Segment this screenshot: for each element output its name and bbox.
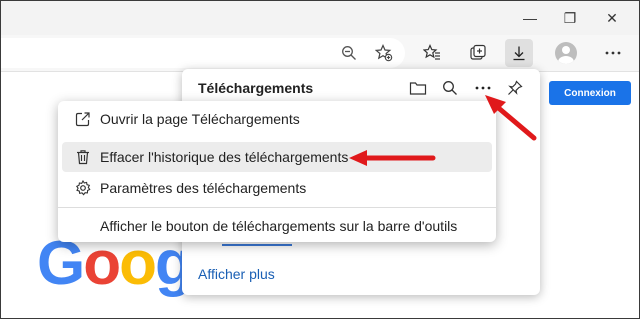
browser-toolbar	[1, 35, 639, 72]
menu-item-label: Paramètres des téléchargements	[100, 180, 307, 196]
menu-item-download-settings[interactable]: Paramètres des téléchargements	[62, 173, 492, 203]
more-icon[interactable]	[599, 39, 627, 67]
downloads-panel-title: Téléchargements	[198, 80, 314, 96]
trash-icon	[66, 142, 100, 172]
title-bar: — ❐ ✕	[1, 1, 639, 35]
menu-item-clear-download-history[interactable]: Effacer l'historique des téléchargements	[62, 142, 492, 172]
avatar	[555, 42, 577, 64]
more-options-icon[interactable]	[472, 77, 494, 99]
add-favorite-icon[interactable]	[370, 39, 398, 67]
menu-item-open-downloads-page[interactable]: Ouvrir la page Téléchargements	[62, 104, 492, 134]
download-item-link[interactable]	[222, 244, 292, 246]
google-logo: Goog	[37, 233, 193, 295]
gear-icon	[66, 173, 100, 203]
menu-item-label: Ouvrir la page Téléchargements	[100, 111, 300, 127]
show-more-link[interactable]: Afficher plus	[198, 266, 275, 282]
empty-icon-slot	[66, 211, 100, 241]
close-window-button[interactable]: ✕	[599, 7, 625, 29]
downloads-more-menu: Ouvrir la page Téléchargements Effacer l…	[58, 101, 496, 242]
menu-item-label: Effacer l'historique des téléchargements	[100, 149, 349, 165]
pin-icon[interactable]	[504, 77, 526, 99]
signin-button[interactable]: Connexion	[549, 81, 631, 105]
downloads-icon[interactable]	[505, 39, 533, 67]
maximize-button[interactable]: ❐	[557, 7, 583, 29]
open-folder-icon[interactable]	[407, 77, 429, 99]
minimize-button[interactable]: —	[517, 7, 543, 29]
external-link-icon	[66, 104, 100, 134]
collections-icon[interactable]	[464, 39, 492, 67]
browser-window: — ❐ ✕ Connexion Goog Téléchargements Aff…	[0, 0, 640, 319]
search-icon[interactable]	[439, 77, 461, 99]
favorites-icon[interactable]	[418, 39, 446, 67]
menu-item-label: Afficher le bouton de téléchargements su…	[100, 218, 458, 234]
profile-icon[interactable]	[552, 39, 580, 67]
menu-separator	[58, 207, 496, 208]
menu-item-show-downloads-button[interactable]: Afficher le bouton de téléchargements su…	[62, 211, 492, 241]
zoom-out-icon[interactable]	[335, 39, 363, 67]
